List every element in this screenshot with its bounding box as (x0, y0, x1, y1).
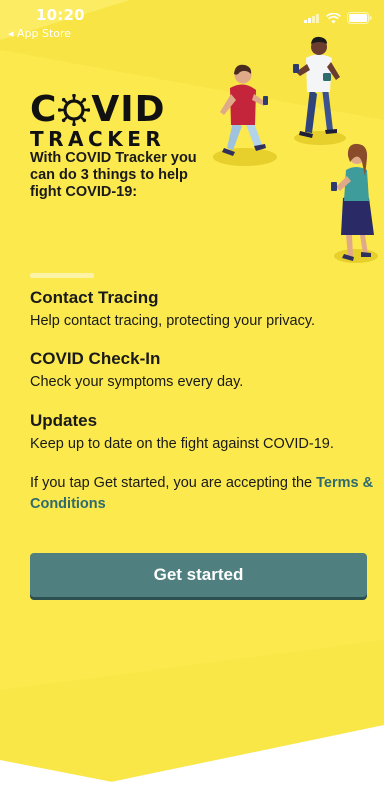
section-divider (30, 273, 94, 278)
feature-description: Help contact tracing, protecting your pr… (30, 313, 316, 329)
covid-tracker-logo: C VID TRACKER (30, 92, 166, 152)
feature-title: Contact Tracing (30, 288, 159, 307)
terms-notice: If you tap Get started, you are acceptin… (30, 473, 375, 515)
status-icons (304, 12, 372, 24)
feature-covid-check-in: COVID Check-In Check your symptoms every… (30, 348, 375, 392)
feature-title: Updates (30, 411, 98, 430)
feature-contact-tracing: Contact Tracing Help contact tracing, pr… (30, 287, 375, 331)
logo-covid-word: C VID (30, 92, 166, 128)
intro-text: With COVID Tracker you can do 3 things t… (30, 150, 197, 200)
onboarding-screen: 10:20 ◂ App Store C VID TRACKER With COV… (0, 0, 384, 805)
virus-icon (58, 94, 91, 126)
status-time: 10:20 (36, 6, 85, 24)
logo-letter-c: C (30, 89, 58, 130)
people-with-phones-illustration (213, 36, 378, 263)
feature-updates: Updates Keep up to date on the fight aga… (30, 410, 375, 454)
back-to-app-store-link[interactable]: ◂ App Store (8, 27, 71, 40)
cellular-signal-icon (304, 14, 319, 23)
logo-tracker-word: TRACKER (30, 127, 166, 151)
get-started-button[interactable]: Get started (30, 553, 367, 597)
feature-description: Keep up to date on the fight against COV… (30, 436, 334, 452)
logo-letters-vid: VID (91, 89, 166, 130)
wifi-icon (326, 12, 341, 23)
terms-prefix-text: If you tap Get started, you are acceptin… (30, 475, 317, 491)
feature-title: COVID Check-In (30, 349, 161, 368)
battery-icon (347, 12, 372, 24)
feature-description: Check your symptoms every day. (30, 374, 244, 390)
